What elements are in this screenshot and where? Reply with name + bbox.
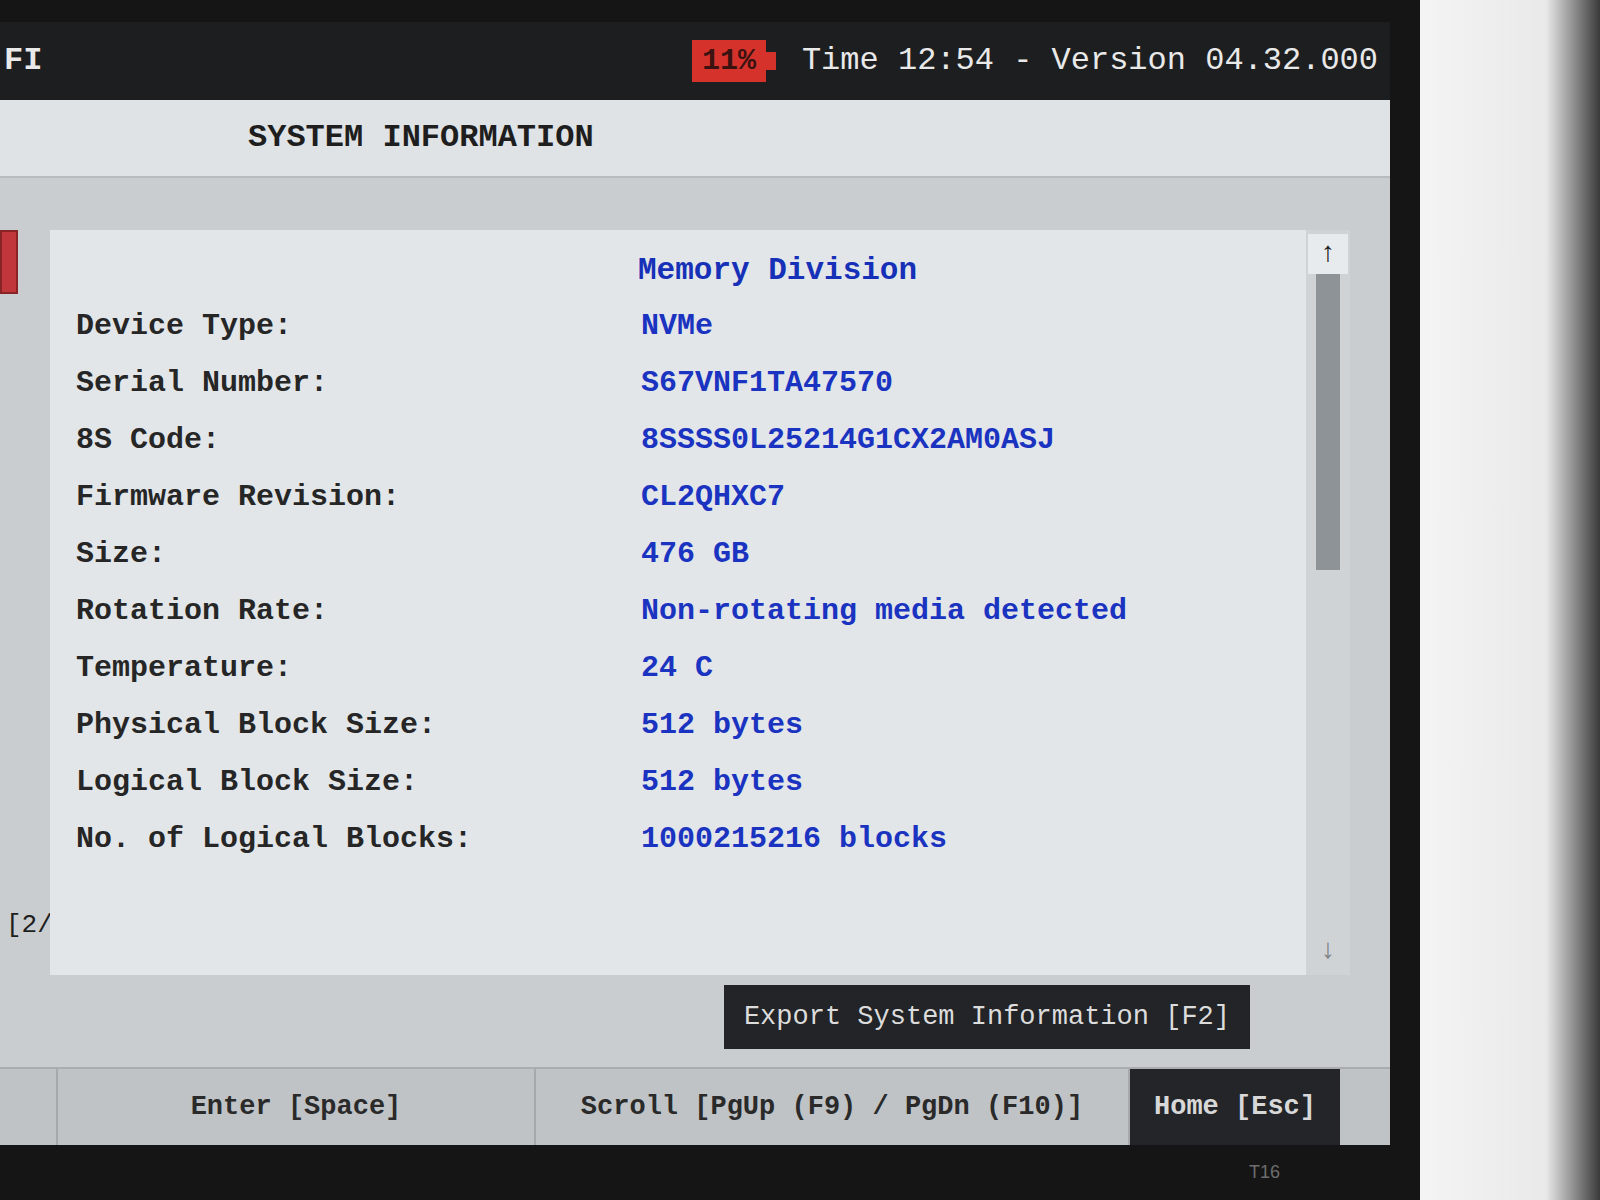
scroll-track[interactable] — [1316, 274, 1340, 931]
info-value: 512 bytes — [641, 760, 803, 805]
bottom-bezel: T16 — [0, 1145, 1390, 1200]
info-value: S67VNF1TA47570 — [641, 361, 893, 406]
info-label: Physical Block Size: — [76, 703, 641, 748]
menu-marker-icon — [0, 230, 18, 294]
header-title: FI — [0, 37, 42, 85]
info-row: Logical Block Size:512 bytes — [76, 754, 1286, 811]
battery-indicator: 11% — [692, 40, 766, 82]
key-help-item[interactable]: Scroll [PgUp (F9) / PgDn (F10)] — [534, 1069, 1128, 1145]
info-value: 512 bytes — [641, 703, 803, 748]
info-row: Firmware Revision:CL2QHXC7 — [76, 469, 1286, 526]
photo: FI 11% Time 12:54 - Version 04.32.000 SYSTE… — [0, 0, 1600, 1200]
info-value: 8SSSS0L25214G1CX2AM0ASJ — [641, 418, 1055, 463]
info-value: 476 GB — [641, 532, 749, 577]
header-bar: FI 11% Time 12:54 - Version 04.32.000 — [0, 22, 1390, 100]
info-label: 8S Code: — [76, 418, 641, 463]
info-row: Temperature:24 C — [76, 640, 1286, 697]
laptop-screen: FI 11% Time 12:54 - Version 04.32.000 SYSTE… — [0, 0, 1420, 1200]
info-label: Serial Number: — [76, 361, 641, 406]
info-row: Serial Number:S67VNF1TA47570 — [76, 355, 1286, 412]
info-value: 24 C — [641, 646, 713, 691]
scrollbar[interactable]: ↑↓ — [1306, 230, 1350, 975]
info-value: CL2QHXC7 — [641, 475, 785, 520]
info-row: Rotation Rate:Non-rotating media detecte… — [76, 583, 1286, 640]
model-label: T16 — [1249, 1159, 1280, 1186]
info-label: Size: — [76, 532, 641, 577]
page-title: SYSTEM INFORMATION — [0, 100, 1390, 178]
info-row: Physical Block Size:512 bytes — [76, 697, 1286, 754]
background — [1420, 0, 1600, 1200]
info-row: 8S Code:8SSSS0L25214G1CX2AM0ASJ — [76, 412, 1286, 469]
info-label: Temperature: — [76, 646, 641, 691]
info-row: Size:476 GB — [76, 526, 1286, 583]
time-version: Time 12:54 - Version 04.32.000 — [802, 37, 1378, 85]
page-indicator: [2/2] — [0, 906, 50, 945]
info-list: Memory DivisionDevice Type:NVMeSerial Nu… — [50, 230, 1306, 975]
key-help-item[interactable]: Home [Esc] — [1128, 1069, 1340, 1145]
main-area: [2/2]Memory DivisionDevice Type:NVMeSeri… — [0, 178, 1390, 975]
section-title: Memory Division — [76, 244, 1286, 298]
info-value: NVMe — [641, 304, 713, 349]
info-label: Device Type: — [76, 304, 641, 349]
info-value: 1000215216 blocks — [641, 817, 947, 862]
info-label: No. of Logical Blocks: — [76, 817, 641, 862]
key-help-bar: Enter [Space]Scroll [PgUp (F9) / PgDn (F… — [0, 1067, 1390, 1145]
info-row: Device Type:NVMe — [76, 298, 1286, 355]
info-label: Logical Block Size: — [76, 760, 641, 805]
scroll-thumb[interactable] — [1316, 274, 1340, 570]
info-row: No. of Logical Blocks:1000215216 blocks — [76, 811, 1286, 868]
info-panel: Memory DivisionDevice Type:NVMeSerial Nu… — [50, 230, 1350, 975]
export-button[interactable]: Export System Information [F2] — [724, 985, 1250, 1050]
export-row: Export System Information [F2] — [0, 975, 1390, 1050]
left-strip: [2/2] — [0, 230, 50, 975]
info-value: Non-rotating media detected — [641, 589, 1127, 634]
scroll-up-icon[interactable]: ↑ — [1308, 234, 1348, 274]
key-help-item[interactable]: Enter [Space] — [56, 1069, 534, 1145]
info-label: Rotation Rate: — [76, 589, 641, 634]
setup-screen: SYSTEM INFORMATION[2/2]Memory DivisionDe… — [0, 100, 1390, 1146]
scroll-down-icon[interactable]: ↓ — [1308, 931, 1348, 971]
battery-icon — [766, 52, 776, 70]
info-label: Firmware Revision: — [76, 475, 641, 520]
